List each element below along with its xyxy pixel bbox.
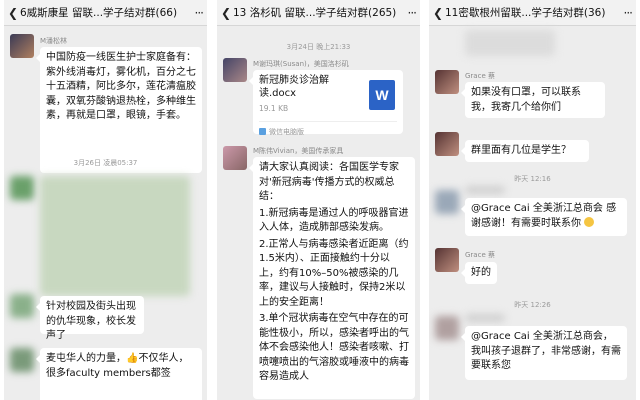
- chat-header: ❮ 13 洛杉矶 留联...学子结对群(265) ···: [217, 0, 420, 26]
- chat-panel-1: ❮ 6威斯康星 留联...学子结对群(66) ··· M潘松林 中国防疫一线医生…: [4, 0, 207, 400]
- chat-body: M潘松林 中国防疫一线医生护士家庭备有：紫外线消毒灯，雾化机，百分之七十五酒精，…: [4, 26, 207, 400]
- file-source: 微信电脑版: [259, 120, 397, 140]
- avatar[interactable]: [435, 248, 459, 272]
- message-paragraph: 1.新冠病毒是通过人的呼吸器官进入人体，造成肺部感染发病。: [259, 207, 409, 234]
- chat-header: ❮ 6威斯康星 留联...学子结对群(66) ···: [4, 0, 207, 26]
- message-text: @Grace Cai 全美浙江总商会 感谢感谢！有需要时联系你: [471, 203, 617, 229]
- blurred-sender-name: [465, 314, 505, 322]
- screenshot-collage: ❮ 6威斯康星 留联...学子结对群(66) ··· M潘松林 中国防疫一线医生…: [0, 0, 640, 400]
- more-dots-icon[interactable]: ···: [189, 6, 204, 20]
- message-bubble[interactable]: @Grace Cai 全美浙江总商会 感谢感谢！有需要时联系你: [461, 198, 627, 236]
- message-bubble[interactable]: 麦屯华人的力量，👍不仅华人，很多faculty members都签: [36, 348, 202, 400]
- message-paragraph: 请大家认真阅读：各国医学专家对'新冠病毒'传播方式的权威总结：: [259, 162, 399, 202]
- avatar[interactable]: [435, 70, 459, 94]
- message-bubble[interactable]: 群里面有几位是学生？: [461, 140, 589, 162]
- back-arrow-icon[interactable]: ❮: [8, 6, 20, 20]
- avatar[interactable]: [223, 146, 247, 170]
- more-dots-icon[interactable]: ···: [618, 6, 633, 20]
- back-arrow-icon[interactable]: ❮: [221, 6, 233, 20]
- wechat-pc-icon: [259, 128, 266, 136]
- chat-header: ❮ 11密歇根州留联...学子结对群(36) ···: [429, 0, 636, 26]
- avatar[interactable]: [10, 294, 34, 318]
- avatar[interactable]: [435, 132, 459, 156]
- avatar[interactable]: [223, 58, 247, 82]
- sender-name: M谢玛琪(Susan)，美国洛杉矶: [253, 60, 349, 68]
- sender-name: Grace 蔡: [465, 72, 495, 80]
- avatar[interactable]: [10, 34, 34, 58]
- timestamp: 3月26日 凌晨05:37: [73, 159, 138, 167]
- blurred-image-message[interactable]: [40, 176, 190, 296]
- file-name: 新冠肺炎诊治解读.docx: [259, 75, 329, 99]
- chat-panel-2: ❮ 13 洛杉矶 留联...学子结对群(265) ··· 3月24日 晚上21:…: [217, 0, 420, 400]
- message-paragraph: 3.单个冠状病毒在空气中存在的可能性极小，所以，感染者呼出的气体不会感染他人！感…: [259, 313, 409, 382]
- chat-panel-3: ❮ 11密歇根州留联...学子结对群(36) ··· Grace 蔡 如果没有口…: [429, 0, 636, 400]
- word-doc-icon: W: [369, 80, 395, 110]
- chat-title: 13 洛杉矶 留联...学子结对群(265): [233, 7, 397, 19]
- timestamp: 昨天 12:26: [514, 301, 551, 309]
- smile-emoji-icon: [584, 216, 595, 227]
- avatar[interactable]: [10, 176, 34, 200]
- back-arrow-icon[interactable]: ❮: [433, 6, 445, 20]
- message-bubble[interactable]: 针对校园及街头出现的仇华现象，校长发声了: [36, 296, 144, 341]
- blurred-previous-message: [465, 30, 555, 56]
- message-paragraph: 2.正常人与病毒感染者近距离（约1.5米内）、正面接触约十分以上，约有10%–5…: [259, 238, 409, 308]
- timestamp: 昨天 12:16: [514, 175, 551, 183]
- avatar[interactable]: [435, 316, 459, 340]
- chat-body: Grace 蔡 如果没有口罩，可以联系我，我寄几个给你们 群里面有几位是学生？ …: [429, 26, 636, 400]
- message-bubble[interactable]: 好的: [461, 262, 497, 284]
- message-bubble[interactable]: 请大家认真阅读：各国医学专家对'新冠病毒'传播方式的权威总结： 1.新冠病毒是通…: [249, 157, 415, 399]
- more-dots-icon[interactable]: ···: [402, 6, 417, 20]
- chat-body: 3月24日 晚上21:33 M谢玛琪(Susan)，美国洛杉矶 新冠肺炎诊治解读…: [217, 26, 420, 400]
- message-bubble[interactable]: 如果没有口罩，可以联系我，我寄几个给你们: [461, 82, 605, 118]
- message-bubble[interactable]: @Grace Cai 全美浙江总商会，我叫孩子退群了，非常感谢，有需要联系您: [461, 326, 627, 380]
- file-source-label: 微信电脑版: [269, 127, 304, 136]
- timestamp: 3月24日 晚上21:33: [286, 43, 351, 51]
- chat-title: 11密歇根州留联...学子结对群(36): [445, 7, 606, 19]
- file-message[interactable]: 新冠肺炎诊治解读.docx 19.1 KB 微信电脑版 W: [249, 70, 403, 136]
- sender-name: Grace 蔡: [465, 251, 495, 259]
- avatar[interactable]: [435, 190, 459, 214]
- avatar[interactable]: [10, 348, 34, 372]
- message-bubble[interactable]: 中国防疫一线医生护士家庭备有：紫外线消毒灯，雾化机，百分之七十五酒精，阿比多尔，…: [36, 47, 202, 173]
- chat-title: 6威斯康星 留联...学子结对群(66): [20, 7, 178, 19]
- sender-name: M陈伟Vivian，美国传承家具: [253, 147, 344, 155]
- blurred-sender-name: [465, 186, 505, 194]
- sender-name: M潘松林: [40, 37, 68, 45]
